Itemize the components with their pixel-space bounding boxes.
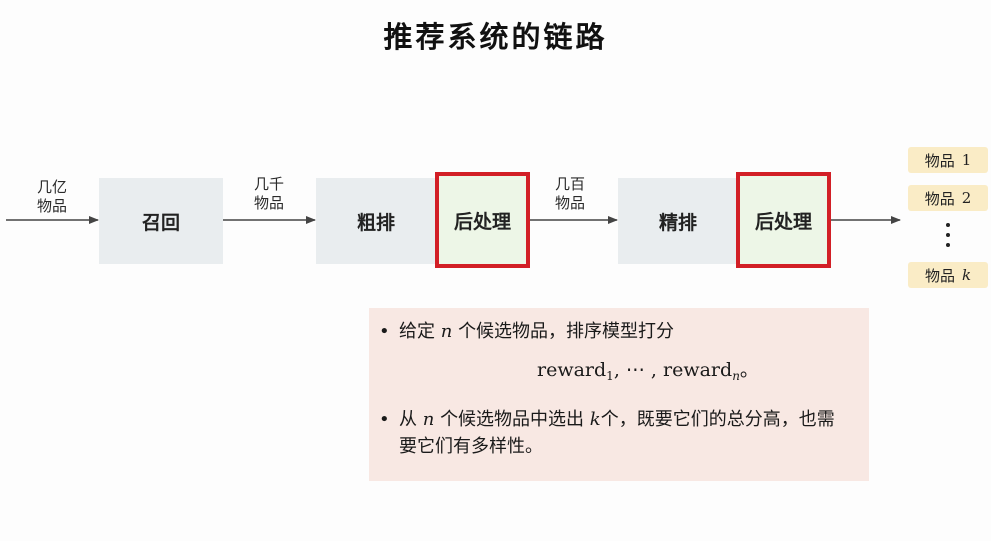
after-recall-label: 几千 物品 [253, 175, 284, 212]
output-item-1: 物品 1 [908, 147, 988, 173]
reward-formula: reward1, ⋯ , rewardn。 [537, 359, 759, 383]
output-item-k: 物品 k [908, 262, 988, 288]
post-process-stage-1: 后处理 [435, 172, 530, 268]
input-label: 几亿 物品 [36, 178, 67, 215]
note-bullet-2: 从 n 个候选物品中选出 k个，既要它们的总分高，也需要它们有多样性。 [377, 406, 849, 460]
after-coarse-label: 几百 物品 [554, 175, 585, 212]
vertical-ellipsis-icon [940, 223, 956, 253]
recall-stage: 召回 [99, 178, 223, 264]
note-bullet-1: 给定 n 个候选物品，排序模型打分 reward1, ⋯ , rewardn。 [377, 318, 849, 390]
fine-rank-stage: 精排 [618, 178, 738, 264]
explanation-note: 给定 n 个候选物品，排序模型打分 reward1, ⋯ , rewardn。 … [369, 308, 869, 481]
output-item-2: 物品 2 [908, 185, 988, 211]
post-process-stage-2: 后处理 [736, 172, 831, 268]
coarse-rank-stage: 粗排 [316, 178, 436, 264]
